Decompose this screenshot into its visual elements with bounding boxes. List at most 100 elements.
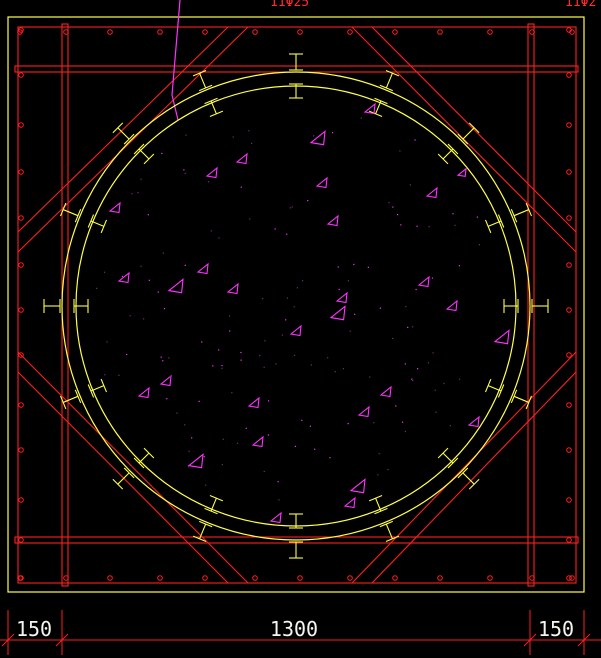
aggregate-dot xyxy=(103,271,106,273)
aggregate-dot xyxy=(148,279,150,281)
aggregate-dot xyxy=(169,376,171,378)
aggregate-dot xyxy=(184,424,186,426)
aggregate-dot xyxy=(347,280,349,282)
aggregate-dot xyxy=(221,364,223,367)
aggregate-dot xyxy=(301,419,303,422)
aggregate-dot xyxy=(208,181,210,183)
aggregate-dot xyxy=(369,376,371,378)
aggregate-dot xyxy=(267,400,270,402)
aggregate-dot xyxy=(232,136,234,138)
aggregate-dot xyxy=(443,382,445,385)
aggregate-dot xyxy=(168,357,170,359)
top-label-right: 11Φ2 xyxy=(565,0,596,10)
aggregate-dot xyxy=(432,352,434,354)
aggregate-dot xyxy=(414,139,416,141)
aggregate-dot xyxy=(229,330,231,332)
aggregate-dot xyxy=(187,466,190,468)
top-label-left: 11Φ25 xyxy=(270,0,309,10)
aggregate-dot xyxy=(263,366,265,368)
aggregate-dot xyxy=(449,425,452,427)
aggregate-dot xyxy=(416,225,418,227)
aggregate-dot xyxy=(379,307,382,309)
aggregate-dot xyxy=(378,453,380,455)
aggregate-dot xyxy=(404,363,406,365)
aggregate-dot xyxy=(259,354,261,357)
aggregate-dot xyxy=(337,266,339,268)
aggregate-dot xyxy=(286,233,288,235)
aggregate-dot xyxy=(212,365,214,367)
dim-right: 150 xyxy=(538,617,574,641)
aggregate-dot xyxy=(198,400,200,402)
aggregate-dot xyxy=(314,448,316,450)
aggregate-dot xyxy=(277,481,279,483)
aggregate-dot xyxy=(183,169,185,171)
aggregate-dot xyxy=(388,202,390,204)
aggregate-dot xyxy=(106,341,108,343)
aggregate-dot xyxy=(291,206,293,208)
aggregate-dot xyxy=(137,191,139,194)
aggregate-dot xyxy=(249,218,251,220)
aggregate-dot xyxy=(313,135,315,137)
aggregate-dot xyxy=(452,213,454,215)
aggregate-dot xyxy=(126,353,128,356)
aggregate-dot xyxy=(309,425,311,427)
dim-middle: 1300 xyxy=(270,617,318,641)
aggregate-dot xyxy=(301,280,304,282)
aggregate-dot xyxy=(162,252,164,254)
aggregate-dot xyxy=(176,412,178,414)
aggregate-dot xyxy=(431,277,434,279)
aggregate-dot xyxy=(392,206,394,208)
aggregate-dot xyxy=(157,291,159,293)
aggregate-dot xyxy=(251,142,253,145)
aggregate-dot xyxy=(185,134,187,136)
cad-section-drawing: 11Φ25 11Φ2 150 1300 150 xyxy=(0,0,601,658)
aggregate-dot xyxy=(201,341,203,343)
aggregate-dot xyxy=(396,214,399,216)
aggregate-dot xyxy=(400,224,402,226)
dim-left: 150 xyxy=(16,617,52,641)
aggregate-dot xyxy=(395,405,397,407)
aggregate-dot xyxy=(221,463,223,466)
aggregate-dot xyxy=(236,442,239,444)
aggregate-dot xyxy=(286,297,289,299)
aggregate-dot xyxy=(274,228,276,230)
aggregate-dot xyxy=(262,297,264,300)
aggregate-dot xyxy=(476,216,478,218)
aggregate-dot xyxy=(334,371,336,373)
aggregate-dot xyxy=(222,438,224,440)
aggregate-dot xyxy=(248,130,250,132)
aggregate-dot xyxy=(143,318,145,320)
aggregate-dot xyxy=(147,214,149,216)
aggregate-dot xyxy=(402,421,404,423)
aggregate-dot xyxy=(458,265,461,267)
aggregate-dot xyxy=(294,445,297,447)
aggregate-dot xyxy=(458,378,461,380)
aggregate-dot xyxy=(354,313,356,315)
aggregate-dot xyxy=(407,326,409,329)
aggregate-dot xyxy=(428,226,430,228)
aggregate-dot xyxy=(161,152,163,155)
aggregate-dot xyxy=(184,264,186,266)
aggregate-dot xyxy=(412,326,414,328)
aggregate-dot xyxy=(121,275,124,278)
aggregate-dot xyxy=(221,367,223,369)
aggregate-dot xyxy=(278,499,280,501)
aggregate-dot xyxy=(218,237,220,239)
aggregate-dot xyxy=(329,457,331,459)
aggregate-dot xyxy=(293,354,296,357)
aggregate-dot xyxy=(342,368,345,370)
aggregate-dot xyxy=(415,288,417,291)
aggregate-dot xyxy=(140,265,142,267)
aggregate-dot xyxy=(231,392,233,394)
aggregate-dot xyxy=(427,362,429,364)
aggregate-dot xyxy=(184,172,186,175)
aggregate-dot xyxy=(118,374,120,376)
aggregate-dot xyxy=(435,411,437,413)
aggregate-dot xyxy=(96,287,98,290)
aggregate-dot xyxy=(310,364,312,366)
aggregate-dot xyxy=(347,422,349,425)
aggregate-dot xyxy=(203,456,205,458)
aggregate-dot xyxy=(409,184,411,186)
aggregate-dot xyxy=(434,389,436,391)
aggregate-dot xyxy=(240,351,242,354)
